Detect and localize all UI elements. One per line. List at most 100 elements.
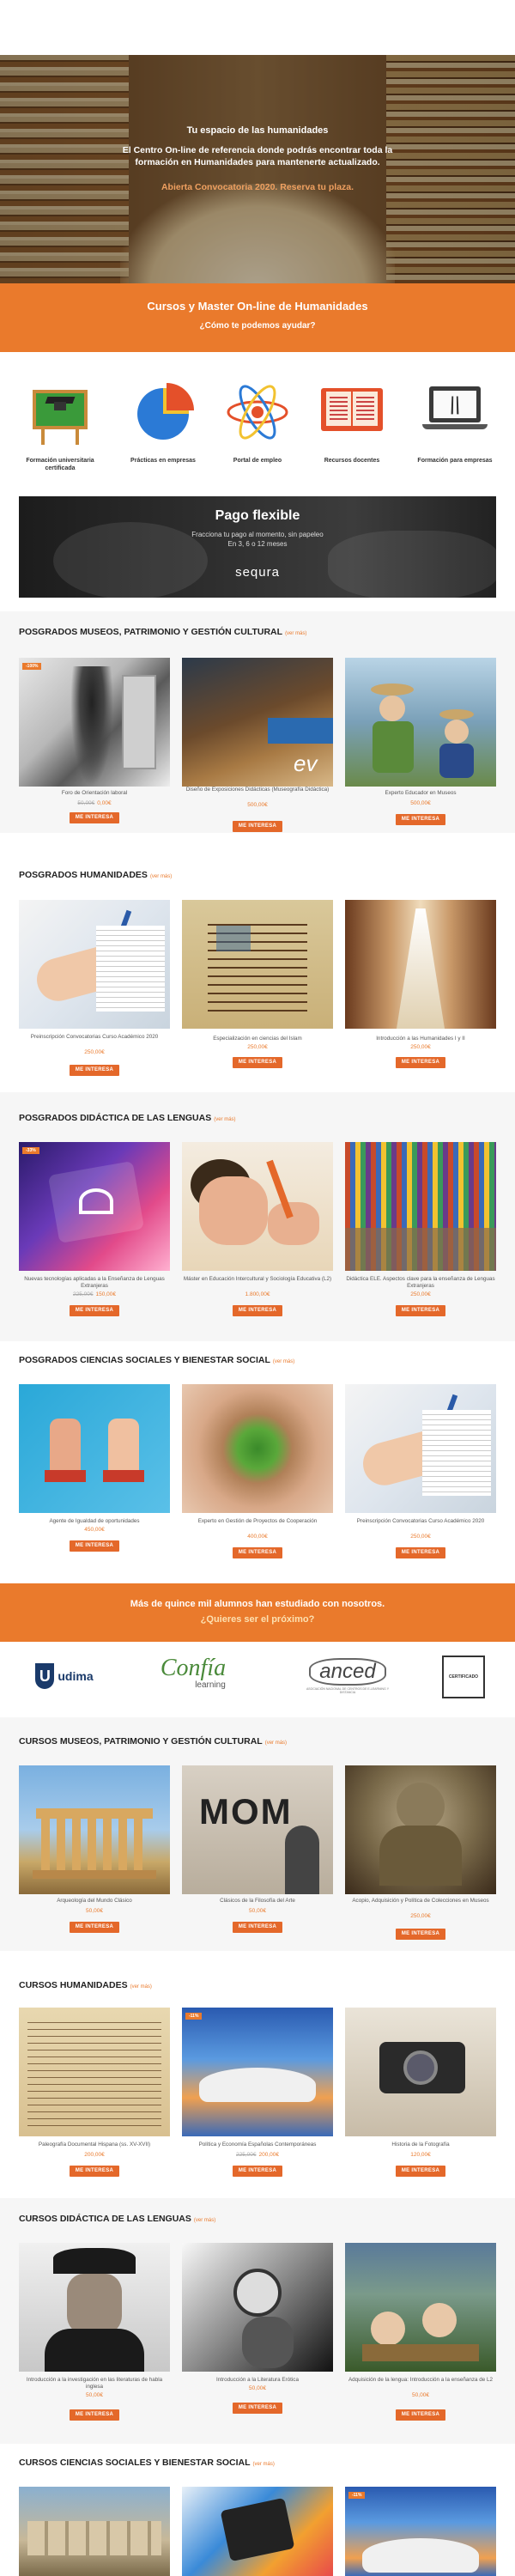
see-more-link[interactable]: (ver más): [253, 2462, 275, 2467]
product-caption[interactable]: Preinscripción Convocatorias Curso Acadé…: [19, 1034, 170, 1041]
interest-button[interactable]: ME INTERESA: [233, 1305, 282, 1316]
see-more-link[interactable]: (ver más): [150, 874, 172, 879]
product-image[interactable]: [182, 2008, 333, 2136]
interest-button[interactable]: ME INTERESA: [396, 814, 445, 825]
interest-button[interactable]: ME INTERESA: [233, 1057, 282, 1068]
section-title-text: POSGRADOS CIENCIAS SOCIALES Y BIENESTAR …: [19, 1355, 270, 1365]
product-caption[interactable]: Especialización en ciencias del Islam: [182, 1036, 333, 1042]
interest-button[interactable]: ME INTERESA: [70, 1065, 119, 1076]
product-image[interactable]: [19, 2243, 170, 2372]
product-image[interactable]: [182, 900, 333, 1029]
feature-label-internships: Prácticas en empresas: [130, 458, 196, 464]
product-image[interactable]: [19, 1765, 170, 1894]
interest-button[interactable]: ME INTERESA: [396, 2166, 445, 2177]
current-price: 50,00€: [412, 2392, 429, 2398]
product-caption[interactable]: Acopio, Adquisición y Política de Colecc…: [345, 1898, 496, 1905]
product-caption[interactable]: Introducción a la Literatura Erótica: [182, 2377, 333, 2384]
product-image[interactable]: [345, 1765, 496, 1894]
product-caption[interactable]: Arqueología del Mundo Clásico: [19, 1898, 170, 1905]
current-price: 50,00€: [86, 2392, 103, 2398]
product-caption[interactable]: Introducción a las Humanidades I y II: [345, 1036, 496, 1042]
product-caption[interactable]: Máster en Educación Intercultural y Soci…: [182, 1276, 333, 1283]
product-caption[interactable]: Adquisición de la lengua: Introducción a…: [345, 2377, 496, 2384]
product-caption[interactable]: Paleografía Documental Hispana (ss. XV-X…: [19, 2142, 170, 2148]
product-image[interactable]: [345, 2008, 496, 2136]
interest-button[interactable]: ME INTERESA: [396, 2409, 445, 2421]
product-image[interactable]: [19, 2487, 170, 2576]
product-price: 50,00€: [19, 1908, 170, 1914]
section-title-posgrados-museos: POSGRADOS MUSEOS, PATRIMONIO Y GESTIÓN C…: [19, 627, 306, 637]
section-title-posgrados-humanidades: POSGRADOS HUMANIDADES (ver más): [19, 870, 172, 880]
interest-button[interactable]: ME INTERESA: [396, 1057, 445, 1068]
product-image[interactable]: [345, 1384, 496, 1513]
students-banner: Más de quince mil alumnos han estudiado …: [0, 1583, 515, 1642]
product-image[interactable]: [19, 1142, 170, 1271]
product-caption[interactable]: Foro de Orientación laboral: [19, 790, 170, 797]
interest-button[interactable]: ME INTERESA: [70, 2409, 119, 2421]
product-image[interactable]: [345, 2487, 496, 2576]
product-caption[interactable]: Política y Economía Españolas Contemporá…: [182, 2142, 333, 2148]
see-more-link[interactable]: (ver más): [265, 1741, 287, 1746]
feature-label-business: Formación para empresas: [417, 458, 493, 464]
product-caption[interactable]: Didáctica ELE. Aspectos clave para la en…: [345, 1276, 496, 1290]
see-more-link[interactable]: (ver más): [273, 1359, 294, 1364]
product-caption[interactable]: Nuevas tecnologías aplicadas a la Enseña…: [19, 1276, 170, 1290]
product-image[interactable]: [19, 658, 170, 787]
product-caption[interactable]: Historia de la Fotografía: [345, 2142, 496, 2148]
product-image[interactable]: [19, 900, 170, 1029]
anced-logo[interactable]: anced ASOCIACIÓN NACIONAL DE CENTROS DE …: [300, 1650, 395, 1702]
atom-icon: [223, 378, 292, 447]
product-price: 250,00€: [182, 1044, 333, 1050]
product-image[interactable]: [345, 2243, 496, 2372]
udima-text: udima: [58, 1669, 94, 1683]
see-more-link[interactable]: (ver más): [194, 2218, 215, 2223]
interest-button[interactable]: ME INTERESA: [233, 1547, 282, 1558]
product-caption[interactable]: Agente de Igualdad de oportunidades: [19, 1518, 170, 1525]
product-image[interactable]: ev: [182, 658, 333, 787]
interest-button[interactable]: ME INTERESA: [396, 1929, 445, 1940]
product-image[interactable]: [182, 2243, 333, 2372]
product-caption[interactable]: Experto en Gestión de Proyectos de Coope…: [182, 1518, 333, 1525]
current-price: 120,00€: [410, 2152, 431, 2158]
interest-button[interactable]: ME INTERESA: [70, 812, 119, 823]
product-image[interactable]: MOM: [182, 1765, 333, 1894]
product-image[interactable]: [19, 2008, 170, 2136]
see-more-link[interactable]: (ver más): [130, 1984, 152, 1990]
hero-line2: El Centro On-line de referencia donde po…: [122, 145, 393, 167]
product-caption[interactable]: Clásicos de la Filosofía del Arte: [182, 1898, 333, 1905]
product-price: 500,00€: [345, 800, 496, 806]
interest-button[interactable]: ME INTERESA: [70, 1305, 119, 1316]
flexible-payment-banner[interactable]: Pago flexible Fracciona tu pago al momen…: [19, 496, 496, 598]
interest-button[interactable]: ME INTERESA: [70, 1922, 119, 1933]
product-image[interactable]: [182, 1142, 333, 1271]
product-caption[interactable]: Introducción a la investigación en las l…: [19, 2377, 170, 2391]
product-caption[interactable]: Diseño de Exposiciones Didácticas (Museo…: [182, 787, 333, 793]
interest-button[interactable]: ME INTERESA: [233, 2403, 282, 2414]
confia-logo[interactable]: Confía learning: [137, 1647, 249, 1698]
students-line2: ¿Quieres ser el próximo?: [200, 1614, 315, 1625]
product-price: 250,00€: [19, 1049, 170, 1055]
interest-button[interactable]: ME INTERESA: [233, 2166, 282, 2177]
interest-button[interactable]: ME INTERESA: [70, 2166, 119, 2177]
certification-seal[interactable]: CERTIFICADO: [442, 1656, 485, 1698]
interest-button[interactable]: ME INTERESA: [70, 1540, 119, 1552]
interest-button[interactable]: ME INTERESA: [233, 1922, 282, 1933]
product-image[interactable]: [19, 1384, 170, 1513]
current-price: 500,00€: [247, 802, 268, 808]
product-caption[interactable]: Preinscripción Convocatorias Curso Acadé…: [345, 1518, 496, 1525]
interest-button[interactable]: ME INTERESA: [396, 1305, 445, 1316]
product-image[interactable]: [345, 900, 496, 1029]
product-image[interactable]: [182, 2487, 333, 2576]
product-image[interactable]: [182, 1384, 333, 1513]
interest-button[interactable]: ME INTERESA: [233, 821, 282, 832]
see-more-link[interactable]: (ver más): [214, 1117, 235, 1122]
product-caption[interactable]: Experto Educador en Museos: [345, 790, 496, 797]
udima-logo[interactable]: U udima: [26, 1650, 103, 1702]
see-more-link[interactable]: (ver más): [285, 631, 306, 636]
product-image[interactable]: [345, 1142, 496, 1271]
discount-badge: -100%: [22, 663, 42, 670]
current-price: 250,00€: [84, 1049, 105, 1055]
interest-button[interactable]: ME INTERESA: [396, 1547, 445, 1558]
sequra-logo: sequra: [235, 565, 280, 580]
product-image[interactable]: [345, 658, 496, 787]
